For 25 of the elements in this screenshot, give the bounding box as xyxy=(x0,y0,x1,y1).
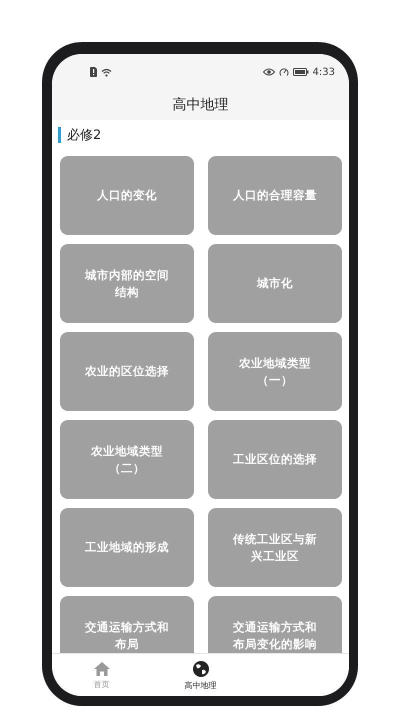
wifi-icon xyxy=(101,68,112,76)
topic-card[interactable]: 城市化 xyxy=(208,244,342,323)
topic-card[interactable]: 工业地域的形成 xyxy=(60,508,194,587)
topic-card[interactable]: 交通运输方式和布局 xyxy=(60,596,194,653)
battery-icon xyxy=(292,68,309,76)
topic-card[interactable]: 人口的合理容量 xyxy=(208,156,342,235)
topic-card[interactable]: 人口的变化 xyxy=(60,156,194,235)
topic-card[interactable]: 工业区位的选择 xyxy=(208,420,342,499)
section-marker xyxy=(58,127,61,143)
sim-alert-icon xyxy=(90,67,97,77)
topic-card[interactable]: 农业的区位选择 xyxy=(60,332,194,411)
nav-tab[interactable]: 首页 xyxy=(52,654,151,696)
gauge-icon xyxy=(278,67,289,77)
page-title: 高中地理 xyxy=(172,96,230,115)
section-title: 必修2 xyxy=(67,127,102,144)
topic-card[interactable]: 城市内部的空间结构 xyxy=(60,244,194,323)
nav-tab[interactable]: 高中地理 xyxy=(151,654,250,696)
globe-icon xyxy=(192,660,210,678)
status-time: 4:33 xyxy=(312,66,335,78)
topic-card[interactable]: 农业地域类型（一） xyxy=(208,332,342,411)
home-icon xyxy=(92,660,110,676)
topic-card[interactable]: 交通运输方式和布局变化的影响 xyxy=(208,596,342,653)
topic-card[interactable]: 农业地域类型（二） xyxy=(60,420,194,499)
eye-icon xyxy=(262,68,275,76)
topic-card[interactable]: 传统工业区与新兴工业区 xyxy=(208,508,342,587)
